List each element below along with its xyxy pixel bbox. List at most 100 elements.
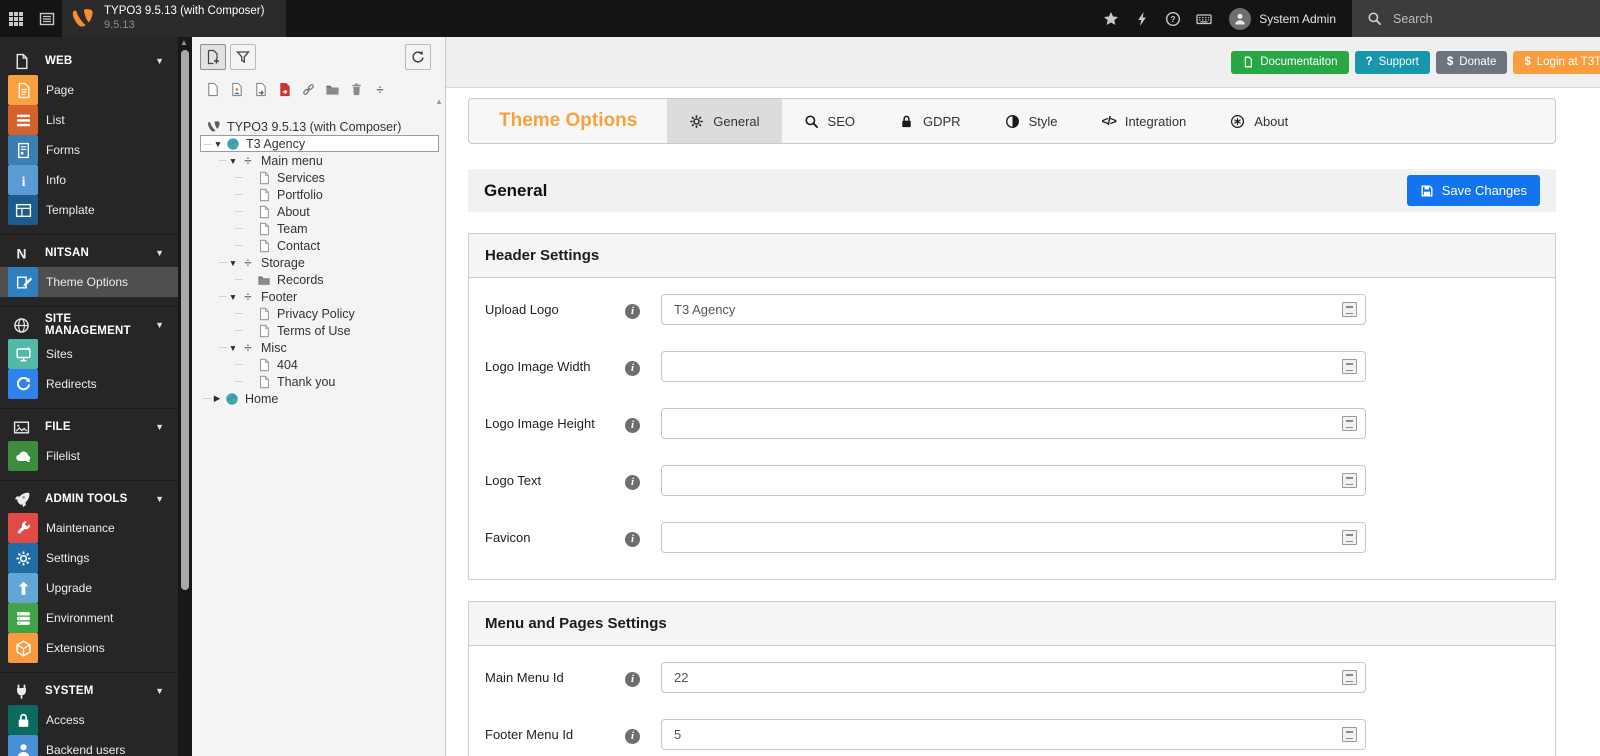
tree-node-main-menu[interactable]: ▼ ÷ Main menu [200, 152, 439, 169]
tab-about[interactable]: About [1208, 99, 1310, 143]
info-icon[interactable]: i [625, 662, 661, 693]
tree-node-portfolio[interactable]: Portfolio [200, 186, 439, 203]
tree-expander[interactable]: ▼ [228, 343, 238, 353]
info-icon[interactable]: i [625, 294, 661, 325]
sitename-button[interactable]: TYPO3 9.5.13 (with Composer) 9.5.13 [62, 0, 287, 37]
module-menu-toggle-icon[interactable] [0, 0, 31, 37]
drag-new-recycler-icon[interactable] [348, 81, 364, 97]
sidebar-item-extensions[interactable]: Extensions [0, 633, 178, 663]
tree-node-team[interactable]: Team [200, 220, 439, 237]
sidebar-item-template[interactable]: Template [0, 195, 178, 225]
login-at-t3termina-button[interactable]: $ Login at T3Termina [1513, 50, 1600, 74]
tree-expander[interactable]: ▼ [228, 258, 238, 268]
input-logo-text[interactable] [661, 465, 1366, 496]
tree-node-home[interactable]: ▶ Home [200, 390, 439, 407]
sidebar-item-backend-users[interactable]: Backend users [0, 735, 178, 756]
sidebar-item-page[interactable]: Page [0, 75, 178, 105]
sidebar-item-environment[interactable]: Environment [0, 603, 178, 633]
tree-node-terms-of-use[interactable]: Terms of Use [200, 322, 439, 339]
tree-node-services[interactable]: Services [200, 169, 439, 186]
input-favicon[interactable] [661, 522, 1366, 553]
tree-node-404[interactable]: 404 [200, 356, 439, 373]
tree-expander[interactable]: ▶ [212, 393, 222, 404]
info-icon[interactable]: i [625, 351, 661, 382]
sidebar-section-header[interactable]: N NITSAN ▼ [0, 239, 178, 267]
tab-seo[interactable]: SEO [782, 99, 877, 143]
sidebar-item-sites[interactable]: Sites [0, 339, 178, 369]
drag-new-link-icon[interactable] [276, 81, 292, 97]
element-browser-icon[interactable] [1342, 530, 1357, 545]
refresh-tree-button[interactable] [405, 44, 431, 70]
tree-expander[interactable]: ▼ [213, 139, 223, 149]
bookmarks-icon[interactable] [1095, 0, 1126, 37]
save-changes-button[interactable]: Save Changes [1406, 175, 1540, 206]
documentaiton-button[interactable]: Documentaiton [1231, 50, 1349, 74]
help-icon[interactable]: ? [1157, 0, 1188, 37]
drag-new-shortcut-icon[interactable] [252, 81, 268, 97]
tree-node-footer[interactable]: ▼ ÷ Footer [200, 288, 439, 305]
tree-root[interactable]: TYPO3 9.5.13 (with Composer) [200, 118, 439, 135]
sidebar-item-settings[interactable]: Settings [0, 543, 178, 573]
input-main-menu-id[interactable] [661, 662, 1366, 693]
tree-node-misc[interactable]: ▼ ÷ Misc [200, 339, 439, 356]
drag-new-mount-icon[interactable] [300, 81, 316, 97]
info-icon[interactable]: i [625, 522, 661, 553]
new-page-button[interactable] [200, 44, 226, 70]
info-icon[interactable]: i [625, 719, 661, 750]
scroll-up-icon[interactable]: ▲ [180, 38, 188, 47]
element-browser-icon[interactable] [1342, 359, 1357, 374]
element-browser-icon[interactable] [1342, 727, 1357, 742]
sidebar-item-upgrade[interactable]: Upgrade [0, 573, 178, 603]
input-logo-image-height[interactable] [661, 408, 1366, 439]
drag-new-page-fe-icon[interactable] [228, 81, 244, 97]
info-icon[interactable]: i [625, 465, 661, 496]
scrollbar-thumb[interactable] [181, 50, 189, 590]
sidebar-section-header[interactable]: ADMIN TOOLS ▼ [0, 485, 178, 513]
sidebar-item-info[interactable]: i Info [0, 165, 178, 195]
element-browser-icon[interactable] [1342, 670, 1357, 685]
tree-node-about[interactable]: About [200, 203, 439, 220]
sidebar-item-forms[interactable]: Forms [0, 135, 178, 165]
tab-style[interactable]: Style [983, 99, 1080, 143]
donate-button[interactable]: $ Donate [1435, 50, 1508, 74]
element-browser-icon[interactable] [1342, 302, 1357, 317]
input-upload-logo[interactable] [661, 294, 1366, 325]
element-browser-icon[interactable] [1342, 473, 1357, 488]
tree-node-privacy-policy[interactable]: Privacy Policy [200, 305, 439, 322]
sidebar-section-header[interactable]: SITE MANAGEMENT ▼ [0, 311, 178, 339]
sidebar-item-redirects[interactable]: Redirects [0, 369, 178, 399]
sidebar-item-access[interactable]: Access [0, 705, 178, 735]
systeminfo-icon[interactable] [1188, 0, 1219, 37]
sidebar-item-list[interactable]: List [0, 105, 178, 135]
sidebar-item-theme-options[interactable]: Theme Options [0, 267, 178, 297]
user-menu[interactable]: System Admin [1219, 0, 1352, 37]
filter-button[interactable] [230, 44, 256, 70]
drag-new-page-icon[interactable] [204, 81, 220, 97]
tree-node-storage[interactable]: ▼ ÷ Storage [200, 254, 439, 271]
sidebar-section-header[interactable]: SYSTEM ▼ [0, 677, 178, 705]
tab-general[interactable]: General [667, 99, 782, 143]
tree-expander[interactable]: ▼ [228, 156, 238, 166]
open-docs-icon[interactable] [31, 0, 62, 37]
tree-expander[interactable]: ▼ [228, 292, 238, 302]
drag-new-divider-icon[interactable]: ÷ [372, 81, 388, 97]
sidebar-section-header[interactable]: WEB ▼ [0, 47, 178, 75]
input-footer-menu-id[interactable] [661, 719, 1366, 750]
tab-integration[interactable]: </> Integration [1079, 99, 1208, 143]
input-logo-image-width[interactable] [661, 351, 1366, 382]
sidebar-item-filelist[interactable]: Filelist [0, 441, 178, 471]
sidebar-section-header[interactable]: FILE ▼ [0, 413, 178, 441]
element-browser-icon[interactable] [1342, 416, 1357, 431]
clear-cache-icon[interactable] [1126, 0, 1157, 37]
info-icon[interactable]: i [625, 408, 661, 439]
module-menu-scrollbar[interactable]: ▲ [178, 37, 192, 756]
tab-gdpr[interactable]: GDPR [877, 99, 983, 143]
sidebar-item-maintenance[interactable]: Maintenance [0, 513, 178, 543]
tree-scroll-up-icon[interactable]: ▲ [435, 97, 443, 106]
tree-node-thank-you[interactable]: Thank you [200, 373, 439, 390]
drag-new-folder-icon[interactable] [324, 81, 340, 97]
tree-node-t3-agency[interactable]: ▼ T3 Agency [200, 135, 439, 152]
tree-node-contact[interactable]: Contact [200, 237, 439, 254]
tree-node-records[interactable]: Records [200, 271, 439, 288]
search-input[interactable] [1393, 11, 1563, 26]
